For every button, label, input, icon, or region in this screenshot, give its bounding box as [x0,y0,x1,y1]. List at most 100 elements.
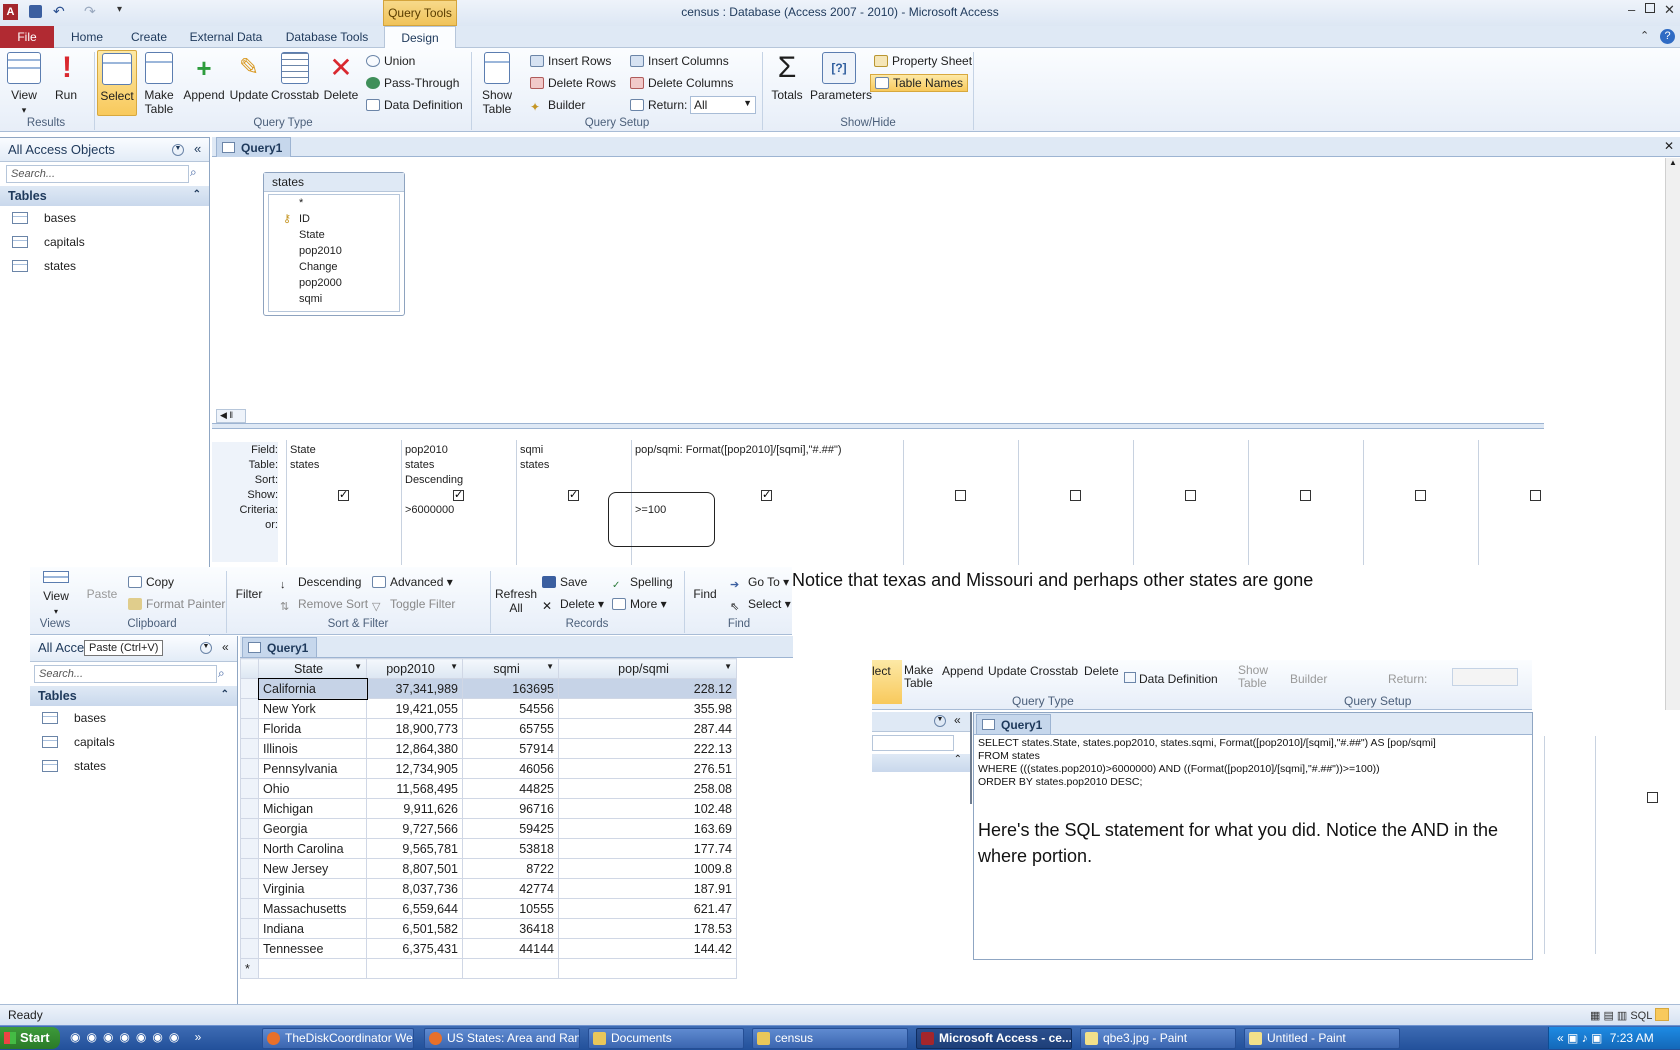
nav-item-capitals[interactable]: capitals [0,230,209,254]
nav3-dropdown-icon[interactable]: ▼ [934,715,946,727]
cell-field-4[interactable]: pop/sqmi: Format([pop2010]/[sqmi],"#.##"… [635,444,842,456]
return-dropdown[interactable]: All ▼ [690,96,756,114]
table-cell[interactable]: 54556 [462,698,559,719]
spelling-button[interactable]: ✓ Spelling [612,575,673,592]
splitter[interactable] [212,423,1544,429]
table-pane-hscroll[interactable]: ◀ ‖ [216,409,246,423]
pass-through-button[interactable]: Pass-Through [366,76,459,90]
delete-rows-button[interactable]: Delete Rows [530,76,616,90]
table-cell[interactable]: Pennsylvania [258,758,367,779]
table-cell[interactable]: 46056 [462,758,559,779]
minimize-ribbon-icon[interactable]: ⌃ [1640,29,1649,42]
table-cell[interactable]: Ohio [258,778,367,799]
snippet-data-definition[interactable]: Data Definition [1124,672,1218,686]
advanced-button[interactable]: Advanced ▾ [372,575,453,589]
table-row[interactable]: North Carolina 9,565,781 53818 177.74 [240,838,737,859]
table-cell[interactable]: 37,341,989 [366,678,463,699]
sql-editor[interactable]: SELECT states.State, states.pop2010, sta… [974,735,1532,791]
snippet-builder[interactable]: Builder [1290,672,1327,686]
update-button[interactable]: ✎ Update [227,52,271,102]
go-to-button[interactable]: ➔ Go To ▾ [730,575,789,591]
row-selector[interactable] [240,898,259,919]
cell-table-1[interactable]: states [290,459,319,471]
home-view-button[interactable]: View ▾ [34,571,78,619]
snippet-make-table[interactable]: Make Table [904,664,944,690]
paste-button[interactable]: Paste [84,587,120,601]
show-checkbox-4[interactable] [761,488,772,501]
table-cell[interactable]: 8,037,736 [366,878,463,899]
table-cell[interactable]: 222.13 [558,738,737,759]
col-header-state[interactable]: State ▼ [258,658,367,679]
cell-field-1[interactable]: State [290,444,316,456]
show-checkbox-9[interactable] [1415,490,1426,501]
row-selector[interactable] [240,738,259,759]
show-checkbox-2[interactable] [453,488,464,501]
table-cell[interactable]: 8722 [462,858,559,879]
table-cell[interactable]: Georgia [258,818,367,839]
datasheet-query1-tab[interactable]: Query1 [242,637,318,657]
table-row[interactable]: Virginia 8,037,736 42774 187.91 [240,878,737,899]
table-cell[interactable]: 258.08 [558,778,737,799]
table-cell[interactable]: 6,375,431 [366,938,463,959]
row-selector[interactable] [240,818,259,839]
records-save-button[interactable]: Save [542,575,587,589]
nav-item-bases[interactable]: bases [0,206,209,230]
view-switcher-icons[interactable]: ▦ ▤ ▥ SQL [1590,1008,1670,1022]
snippet-delete[interactable]: Delete [1084,664,1119,678]
make-table-button[interactable]: Make Table [140,52,178,116]
view-button[interactable]: View ▾ [6,52,42,117]
table-cell[interactable]: 12,864,380 [366,738,463,759]
table-cell[interactable]: 163.69 [558,818,737,839]
cell-field-3[interactable]: sqmi [520,444,543,456]
row-selector[interactable] [240,878,259,899]
show-checkbox-10[interactable] [1530,490,1541,501]
table-cell[interactable]: 9,911,626 [366,798,463,819]
design-vscroll[interactable]: ▲ [1665,158,1680,710]
nav2-collapse-icon[interactable]: « [222,640,229,654]
table-names-button[interactable]: Table Names [870,74,969,92]
field-sqmi[interactable]: sqmi [299,291,399,307]
show-checkbox-3[interactable] [568,488,579,501]
table-row[interactable]: Pennsylvania 12,734,905 46056 276.51 [240,758,737,779]
table-cell[interactable]: New Jersey [258,858,367,879]
nav3-search-input[interactable] [872,735,954,751]
append-button[interactable]: + Append [182,52,226,102]
select-button[interactable]: Select [97,50,137,116]
table-cell[interactable]: 42774 [462,878,559,899]
field-change[interactable]: Change [299,259,399,275]
table-cell[interactable]: Indiana [258,918,367,939]
remove-sort-button[interactable]: ⇅ Remove Sort [280,597,368,613]
start-button[interactable]: Start [0,1027,60,1049]
table-cell[interactable]: 102.48 [558,798,737,819]
show-checkbox-1[interactable] [338,488,349,501]
table-row[interactable]: California 37,341,989 163695 228.12 [240,677,737,700]
row-selector[interactable] [240,698,259,719]
table-cell[interactable]: 1009.8 [558,858,737,879]
table-row[interactable]: New Jersey 8,807,501 8722 1009.8 [240,858,737,879]
cell-table-3[interactable]: states [520,459,549,471]
sql-query1-tab[interactable]: Query1 [976,714,1052,734]
nav3-group[interactable]: ⌃ [872,754,970,772]
table-row[interactable]: Massachusetts 6,559,644 10555 621.47 [240,898,737,919]
row-selector[interactable] [240,798,259,819]
table-row[interactable]: Illinois 12,864,380 57914 222.13 [240,738,737,759]
show-checkbox-8[interactable] [1300,490,1311,501]
field-state[interactable]: State [299,227,399,243]
field-pop2000[interactable]: pop2000 [299,275,399,291]
table-cell[interactable]: 177.74 [558,838,737,859]
close-icon[interactable]: ✕ [1664,2,1675,18]
taskbar-item[interactable]: Untitled - Paint [1244,1028,1400,1049]
field-all[interactable]: * [299,195,399,211]
table-row[interactable]: New York 19,421,055 54556 355.98 [240,698,737,719]
row-selector[interactable] [240,678,259,699]
table-cell[interactable]: 187.91 [558,878,737,899]
tab-file[interactable]: File [0,26,54,48]
table-row[interactable]: Tennessee 6,375,431 44144 144.42 [240,938,737,959]
nav2-item-states[interactable]: states [30,754,237,778]
table-cell[interactable]: 44144 [462,938,559,959]
table-cell[interactable]: 18,900,773 [366,718,463,739]
table-cell[interactable]: 53818 [462,838,559,859]
table-cell[interactable]: 6,501,582 [366,918,463,939]
table-cell[interactable]: 10555 [462,898,559,919]
tab-design[interactable]: Design [384,26,456,48]
